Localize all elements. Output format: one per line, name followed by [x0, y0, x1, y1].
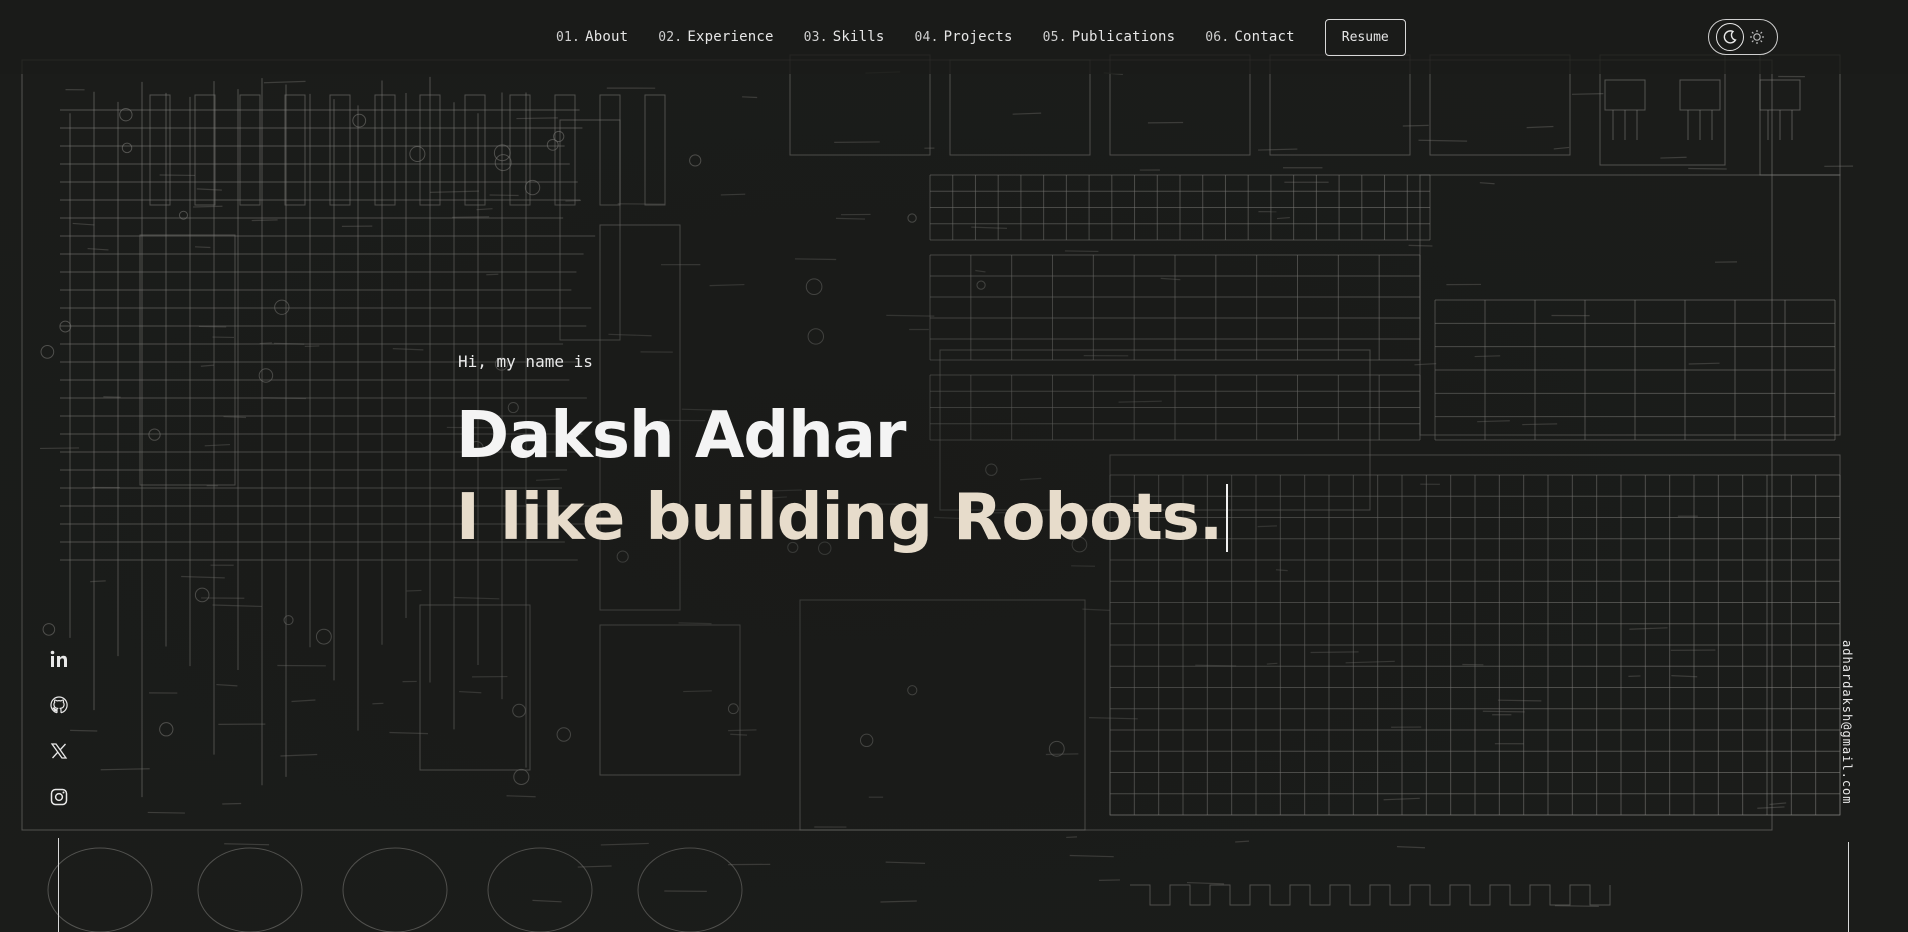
nav-number: 01. — [556, 30, 581, 45]
instagram-icon[interactable] — [48, 786, 70, 808]
nav-number: 06. — [1205, 30, 1230, 45]
nav-number: 04. — [914, 30, 939, 45]
x-icon[interactable] — [48, 740, 70, 762]
github-icon[interactable] — [48, 694, 70, 716]
nav-item-skills[interactable]: 03. Skills — [804, 29, 885, 45]
left-divider-line — [58, 838, 59, 932]
nav-item-projects[interactable]: 04. Projects — [915, 29, 1013, 45]
right-divider-line — [1848, 842, 1849, 932]
hero-intro: Hi, my name is — [458, 352, 593, 371]
typing-cursor — [1226, 484, 1229, 552]
nav-label: Contact — [1234, 29, 1295, 45]
sun-icon[interactable] — [1744, 24, 1770, 50]
resume-button[interactable]: Resume — [1324, 18, 1406, 56]
nav-number: 05. — [1042, 30, 1067, 45]
nav-item-experience[interactable]: 02. Experience — [658, 29, 773, 45]
top-navbar: 01. About 02. Experience 03. Skills 04. … — [0, 0, 1908, 74]
nav-number: 03. — [803, 30, 828, 45]
main-nav: 01. About 02. Experience 03. Skills 04. … — [556, 0, 1406, 74]
nav-item-contact[interactable]: 06. Contact — [1205, 29, 1295, 45]
moon-icon[interactable] — [1716, 23, 1744, 51]
nav-item-publications[interactable]: 05. Publications — [1043, 29, 1176, 45]
nav-label: Publications — [1071, 29, 1176, 45]
hero-tagline-row: I like building Robots. — [456, 475, 1229, 561]
social-links — [48, 648, 70, 832]
theme-toggle[interactable] — [1708, 19, 1778, 55]
nav-label: Skills — [832, 29, 885, 45]
nav-label: Experience — [687, 29, 774, 45]
linkedin-icon[interactable] — [48, 648, 70, 670]
nav-label: Projects — [943, 29, 1013, 45]
hero-tagline: I like building Robots. — [456, 481, 1223, 555]
hero-name: Daksh Adhar — [456, 399, 906, 473]
nav-number: 02. — [658, 30, 683, 45]
nav-item-about[interactable]: 01. About — [556, 29, 628, 45]
email-link[interactable]: adhardaksh@gmail.com — [1840, 640, 1854, 805]
nav-label: About — [585, 29, 629, 45]
hero-section: Hi, my name is Daksh Adhar I like buildi… — [456, 352, 1229, 561]
